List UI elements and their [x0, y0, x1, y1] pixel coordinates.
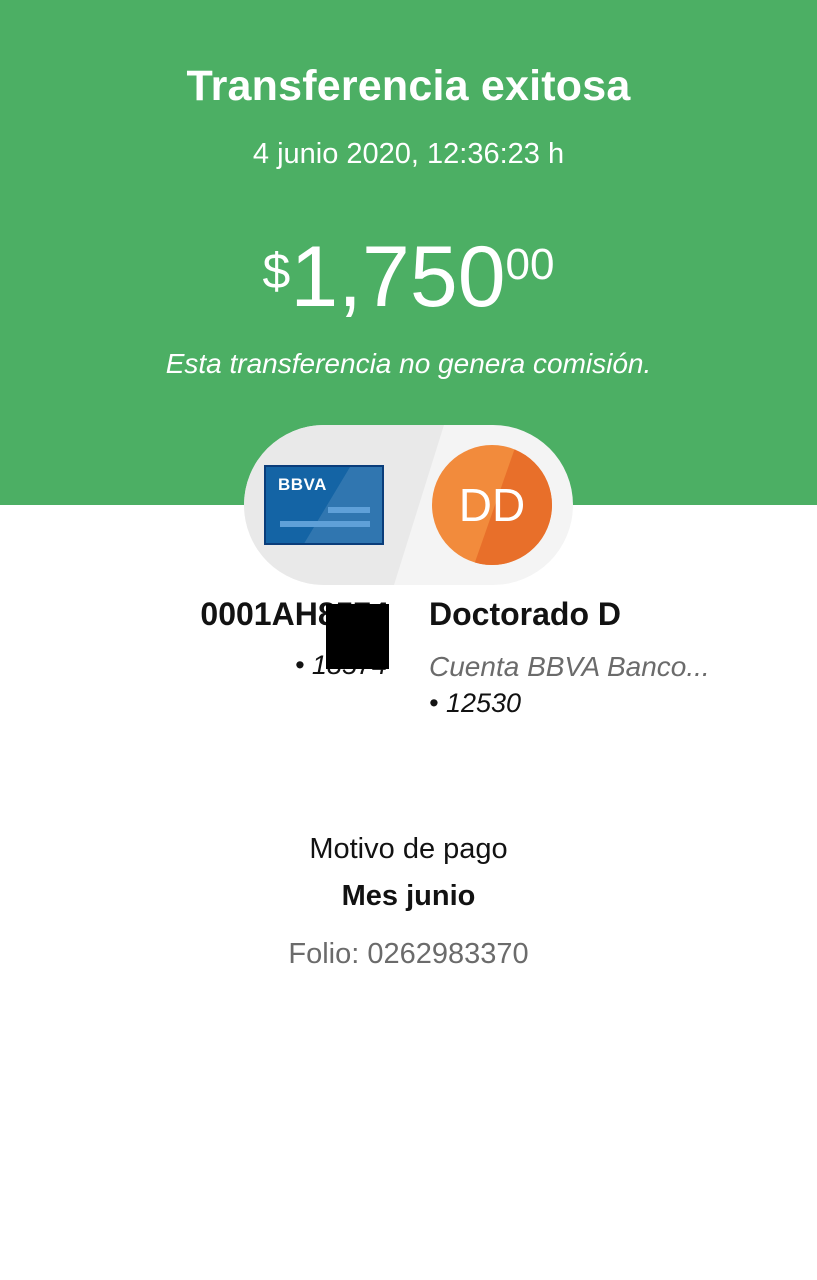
commission-note: Esta transferencia no genera comisión. — [165, 348, 652, 379]
recipient-account-suffix: • 12530 — [429, 688, 522, 718]
card-stripe — [328, 507, 370, 513]
amount-currency: $ — [262, 243, 291, 299]
transfer-datetime: 4 junio 2020, 12:36:23 h — [252, 138, 565, 170]
bank-card-icon: BBVA — [264, 465, 384, 545]
redaction-block — [326, 604, 389, 669]
payment-motive-value: Mes junio — [341, 880, 476, 912]
page-title: Transferencia exitosa — [186, 62, 631, 110]
recipient-avatar: DD — [432, 445, 552, 565]
folio-number: Folio: 0262983370 — [288, 938, 529, 970]
transfer-amount: $1,75000 — [0, 232, 817, 322]
avatar-initials: DD — [458, 479, 526, 531]
recipient-name: Doctorado D — [429, 596, 621, 632]
amount-integer: 1,750 — [290, 229, 506, 325]
recipient-bank: Cuenta BBVA Banco... — [429, 651, 710, 682]
transfer-parties-pill: BBVA DD — [244, 425, 573, 585]
amount-decimals: 00 — [505, 240, 555, 289]
card-brand: BBVA — [278, 475, 327, 494]
payment-motive-label: Motivo de pago — [309, 833, 508, 865]
card-stripe — [280, 521, 370, 527]
